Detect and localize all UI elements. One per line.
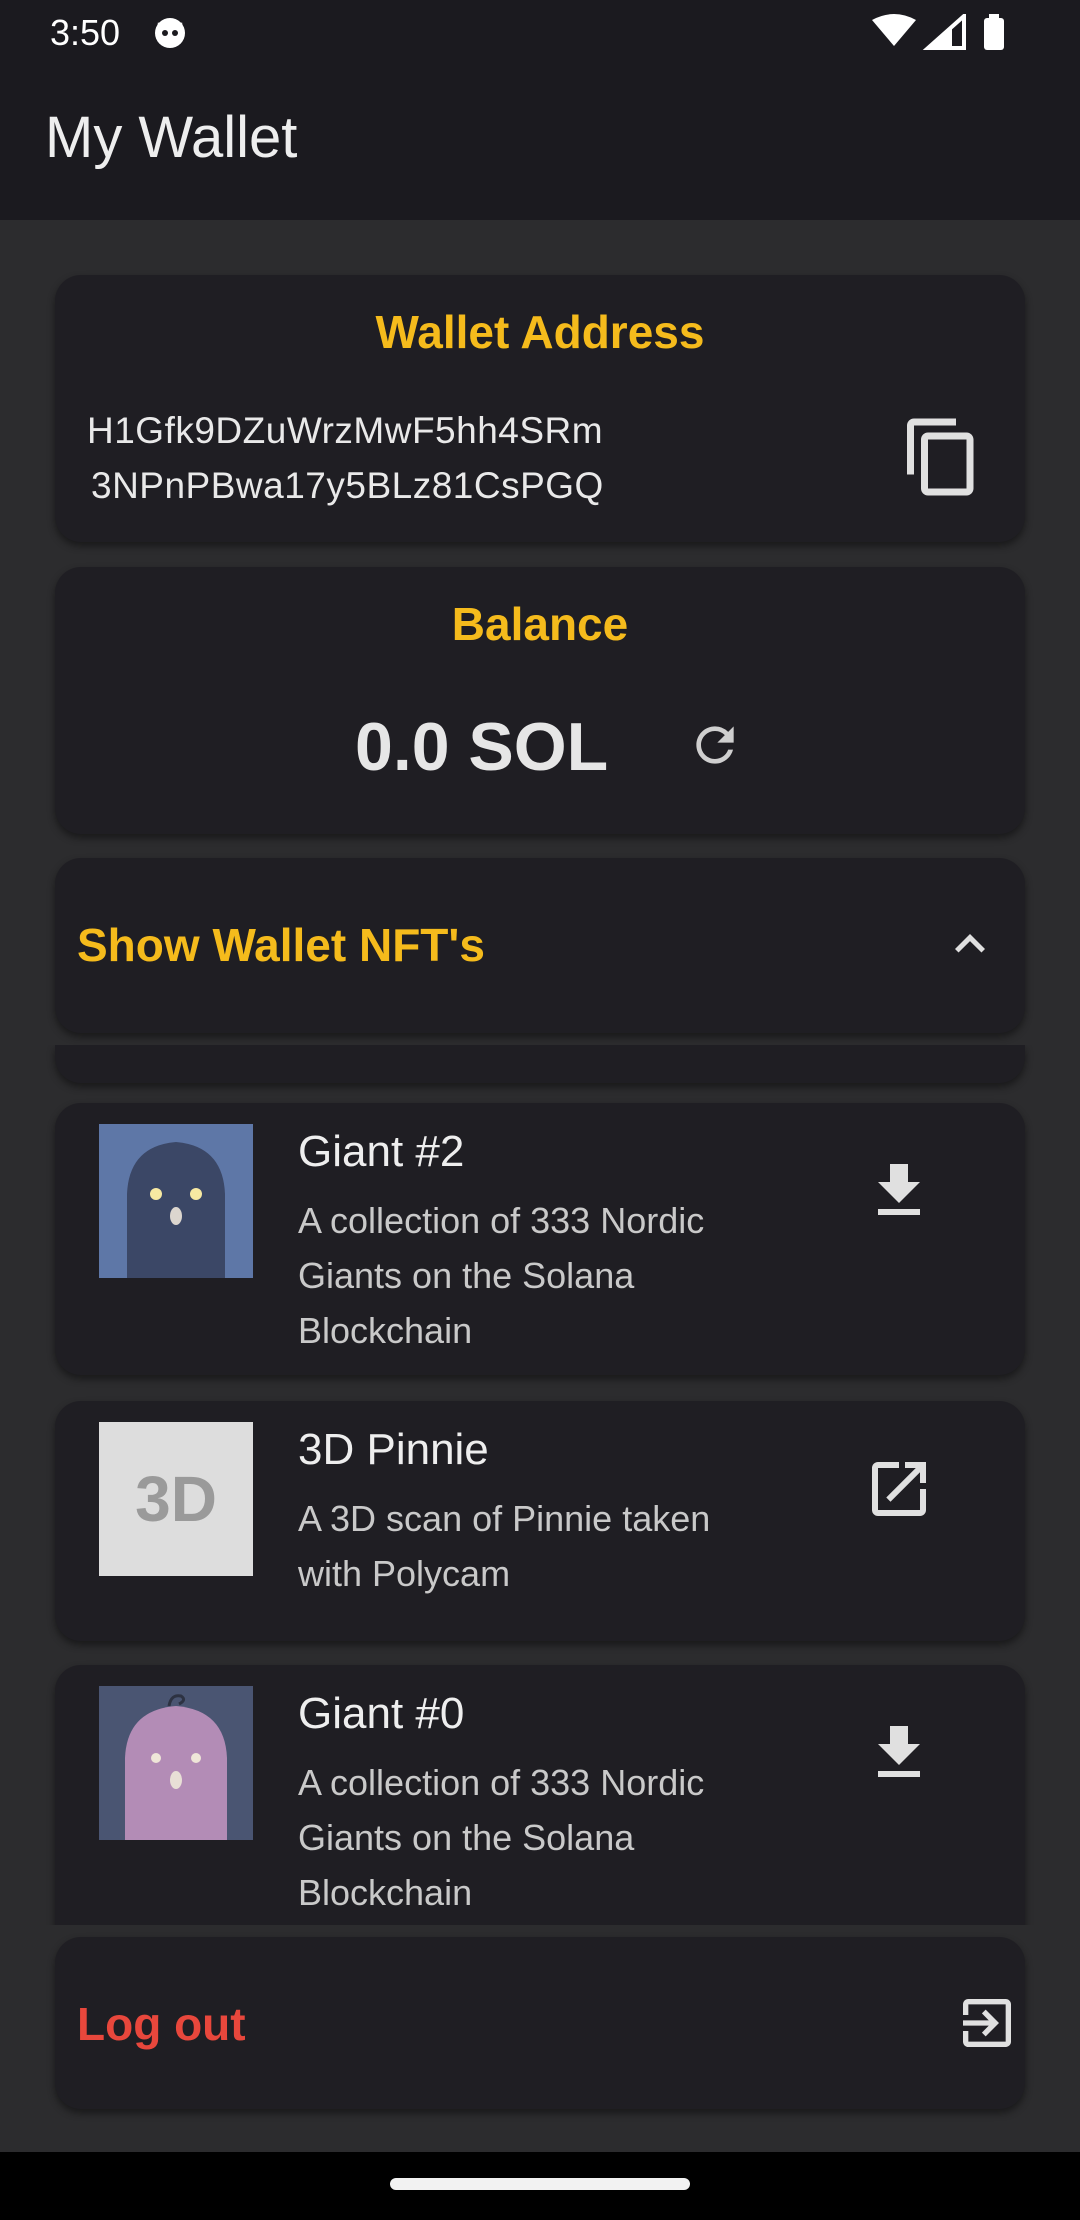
nft-item-giant-2[interactable]: Giant #2 A collection of 333 Nordic Gian… — [55, 1103, 1025, 1375]
home-gesture-handle[interactable] — [390, 2178, 690, 2190]
nft-item-giant-0[interactable]: Giant #0 A collection of 333 Nordic Gian… — [55, 1665, 1025, 1925]
nft-description: A collection of 333 Nordic Giants on the… — [298, 1762, 705, 1913]
nft-list[interactable]: Giant #2 A collection of 333 Nordic Gian… — [0, 1045, 1080, 1925]
wallet-address-line-2: 3NPnPBwa17y5BLz81CsPGQ — [91, 465, 604, 506]
nft-item-3d-pinnie[interactable]: 3D 3D Pinnie A 3D scan of Pinnie taken w… — [55, 1401, 1025, 1641]
chevron-up-icon — [955, 934, 985, 953]
nft-name: Giant #0 — [298, 1689, 465, 1738]
nft-thumbnail-giant-2 — [99, 1124, 253, 1278]
wallet-address-card: Wallet Address H1Gfk9DZuWrzMwF5hh4SRm 3N… — [55, 275, 1025, 542]
cat-notification-icon — [155, 18, 185, 48]
nft-thumbnail-3d: 3D — [99, 1422, 253, 1576]
logout-icon — [963, 1999, 1011, 2047]
wifi-icon — [872, 14, 916, 46]
copy-icon[interactable] — [900, 415, 984, 499]
nft-name: 3D Pinnie — [298, 1425, 489, 1474]
page-title: My Wallet — [45, 105, 298, 170]
balance-title: Balance — [451, 598, 629, 650]
status-bar: 3:50 — [0, 0, 1080, 64]
download-icon[interactable] — [863, 1155, 935, 1227]
app-bar: My Wallet — [0, 64, 1080, 220]
logout-button[interactable]: Log out — [55, 1937, 1025, 2109]
show-nfts-label: Show Wallet NFT's — [77, 919, 485, 971]
status-time: 3:50 — [50, 12, 121, 53]
system-navigation-bar — [0, 2152, 1080, 2220]
nft-thumbnail-giant-0 — [99, 1686, 253, 1840]
open-in-new-icon[interactable] — [863, 1453, 935, 1525]
list-item-partial — [55, 1045, 1025, 1083]
nft-description: A 3D scan of Pinnie taken with Polycam — [298, 1498, 711, 1594]
battery-icon — [984, 14, 1004, 50]
nft-description: A collection of 333 Nordic Giants on the… — [298, 1200, 705, 1351]
download-icon[interactable] — [863, 1717, 935, 1789]
show-nfts-toggle[interactable]: Show Wallet NFT's — [55, 858, 1025, 1033]
wallet-address-title: Wallet Address — [375, 306, 705, 358]
wallet-address-text: H1Gfk9DZuWrzMwF5hh4SRm 3NPnPBwa17y5BLz81… — [87, 403, 604, 513]
system-status-icons — [872, 14, 1004, 50]
balance-value: 0.0 SOL — [355, 709, 609, 785]
wallet-address-line-1: H1Gfk9DZuWrzMwF5hh4SRm — [87, 410, 604, 451]
logout-label: Log out — [77, 1998, 246, 2050]
nft-name: Giant #2 — [298, 1127, 465, 1176]
balance-card: Balance 0.0 SOL — [55, 567, 1025, 834]
refresh-icon[interactable] — [687, 717, 743, 773]
